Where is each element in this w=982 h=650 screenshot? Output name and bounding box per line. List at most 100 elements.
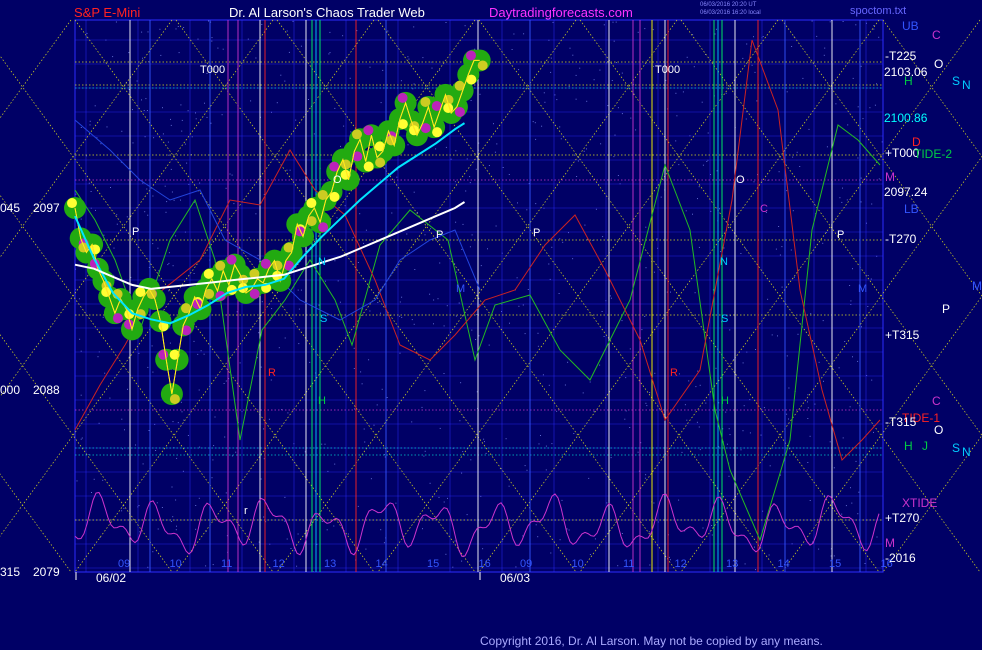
price-point: [352, 129, 362, 140]
price-point: [363, 125, 374, 136]
right-label: P: [942, 302, 950, 316]
right-label: S: [952, 441, 960, 455]
date-label: 06/03: [500, 571, 530, 585]
diagonal-line: [882, 19, 982, 158]
right-label: +T270: [885, 511, 920, 525]
right-label: -T315: [885, 415, 917, 429]
price-point: [249, 288, 260, 299]
x-tick-label: 10: [572, 558, 584, 570]
x-tick-label: 16: [881, 558, 893, 570]
y-tick-label: 2088: [33, 383, 60, 397]
diagonal-line: [0, 19, 72, 119]
price-point: [466, 50, 476, 61]
y-tick-prefix: 000: [0, 383, 20, 397]
copyright: Copyright 2016, Dr. Al Larson. May not b…: [480, 634, 823, 648]
price-point: [477, 60, 488, 71]
price-point: [363, 161, 374, 172]
plot-label: r: [244, 505, 248, 517]
y-tick-prefix: 315: [0, 565, 20, 579]
plot-label: P: [132, 226, 139, 238]
plot-label: N: [318, 256, 326, 268]
x-tick-label: 13: [726, 558, 738, 570]
y-tick-label: 2079: [33, 565, 60, 579]
right-label: H: [904, 74, 913, 88]
diagonal-line: [781, 19, 982, 297]
price-point: [454, 106, 465, 117]
diagonal-line: [781, 295, 982, 573]
x-tick-label: 10: [170, 558, 182, 570]
right-label: LB: [904, 202, 919, 216]
right-label: S: [952, 74, 960, 88]
right-label: O: [934, 423, 943, 437]
right-label: TIDE-2: [914, 147, 952, 161]
timestamp-local: 06/03/2016 16:20 local: [700, 10, 761, 16]
x-tick-label: 12: [273, 558, 285, 570]
date-label: 06/02: [96, 571, 126, 585]
plot-label: T000: [655, 64, 680, 76]
plot-label: R: [268, 367, 276, 379]
plot-label: O: [736, 174, 745, 186]
right-label: 2100.86: [884, 111, 928, 125]
price-point: [432, 127, 443, 138]
x-tick-label: 11: [221, 558, 232, 570]
right-label: J: [922, 439, 928, 453]
site-link[interactable]: Daytradingforecasts.com: [489, 5, 633, 20]
price-point: [375, 157, 386, 168]
price-point: [67, 198, 77, 209]
right-label: C: [932, 28, 941, 42]
diagonal-line: [882, 434, 982, 573]
price-point: [112, 313, 123, 324]
plot-label: H: [721, 395, 729, 407]
x-tick-label: 14: [778, 558, 790, 570]
price-chart: T000 T000P P P PO ON NS SH HCM MR Rr UBC-T225OS N21…: [0, 19, 982, 585]
y-tick-prefix: 045: [0, 201, 20, 215]
x-tick-label: 11: [623, 558, 634, 570]
right-label: -T270: [885, 232, 917, 246]
axes: 045 2097 000 2088 315 2079 09 10 11 12 13 14 15 16 09 1…: [0, 201, 893, 585]
price-point: [306, 198, 317, 209]
right-label: N: [962, 445, 971, 459]
x-tick-label: 09: [118, 558, 130, 570]
plot-label: P: [436, 229, 443, 241]
plot-label: H: [318, 395, 326, 407]
y-tick-label: 2097: [33, 201, 60, 215]
price-point: [397, 92, 408, 103]
x-tick-label: 12: [675, 558, 687, 570]
plot-label: N: [720, 256, 728, 268]
price-point: [203, 268, 214, 279]
timestamp-ut: 06/03/2016 20:20 UT: [700, 2, 757, 8]
price-point: [226, 254, 237, 265]
x-tick-label: 15: [829, 558, 841, 570]
price-point: [158, 349, 169, 360]
right-label: UB: [902, 19, 919, 33]
right-label: N: [962, 78, 971, 92]
right-label: C: [932, 394, 941, 408]
plot-label: C: [760, 203, 768, 215]
right-labels: UBC-T225OS N2103.06H2100.86D+T000TIDE-2M2…: [884, 19, 982, 565]
right-label: -T225: [885, 49, 917, 63]
x-tick-label: 14: [376, 558, 388, 570]
plot-label: O: [333, 174, 342, 186]
x-tick-label: 09: [520, 558, 532, 570]
plot-label: P: [837, 229, 844, 241]
right-label: M: [885, 536, 895, 550]
price-point: [420, 96, 431, 107]
plot-label: M: [456, 283, 465, 295]
x-tick-label: 13: [324, 558, 336, 570]
plot-label: S: [320, 313, 327, 325]
plot-label: M: [858, 283, 867, 295]
right-label: XTIDE: [902, 496, 937, 510]
right-label: M: [885, 170, 895, 184]
x-tick-label: 16: [479, 558, 491, 570]
price-point: [215, 260, 226, 271]
right-label: M: [972, 279, 982, 293]
right-label: O: [934, 57, 943, 71]
plot-label: R: [670, 367, 678, 379]
x-tick-label: 15: [427, 558, 439, 570]
plot-label: T000: [200, 64, 225, 76]
price-point: [169, 394, 180, 405]
right-label: 2097.24: [884, 185, 928, 199]
plot-label: S: [721, 313, 728, 325]
file-name: spoctom.txt: [850, 5, 907, 17]
plot-label: P: [533, 227, 540, 239]
